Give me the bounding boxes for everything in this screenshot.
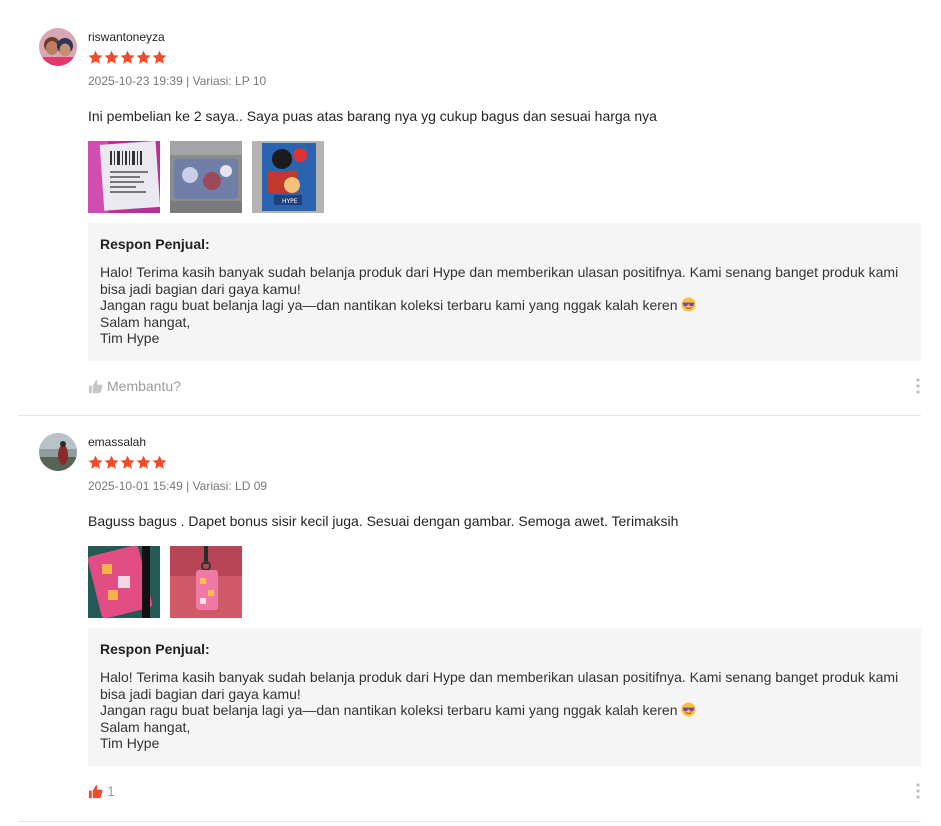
review-photo-product-blue[interactable] — [170, 141, 242, 213]
star-icon — [136, 455, 151, 470]
review-footer: Membantu? — [88, 376, 921, 396]
star-icon — [152, 455, 167, 470]
seller-response: Respon Penjual: Halo! Terima kasih banya… — [88, 628, 921, 766]
sunglasses-emoji — [681, 702, 696, 717]
seller-response-line: bisa jadi bagian dari gaya kamu! — [100, 280, 301, 297]
username[interactable]: emassalah — [88, 435, 921, 449]
review-variation: Variasi: LD 09 — [192, 479, 268, 493]
review-item: riswantoneyza 2025-10-23 19:39 | Variasi… — [18, 0, 921, 416]
seller-response-line: Jangan ragu buat belanja lagi ya—dan nan… — [100, 297, 909, 314]
review-date: 2025-10-01 15:49 — [88, 479, 183, 493]
seller-response-text: Halo! Terima kasih banyak sudah belanja … — [100, 669, 909, 752]
review-date: 2025-10-23 19:39 — [88, 74, 183, 88]
more-options-icon[interactable] — [915, 377, 921, 395]
helpful-button[interactable]: 1 — [88, 783, 115, 799]
seller-response-title: Respon Penjual: — [100, 236, 210, 252]
star-icon — [136, 50, 151, 65]
star-icon — [120, 455, 135, 470]
more-options-icon[interactable] — [915, 782, 921, 800]
rating-stars — [88, 455, 921, 471]
helpful-button[interactable]: Membantu? — [88, 378, 181, 394]
star-icon — [88, 455, 103, 470]
review-variation: Variasi: LP 10 — [192, 74, 267, 88]
sunglasses-emoji — [681, 297, 696, 312]
seller-response-line-text: Jangan ragu buat belanja lagi ya—dan nan… — [100, 702, 678, 719]
review-meta: 2025-10-23 19:39 | Variasi: LP 10 — [88, 74, 921, 88]
seller-response-text: Halo! Terima kasih banyak sudah belanja … — [100, 264, 909, 347]
seller-response-line: Jangan ragu buat belanja lagi ya—dan nan… — [100, 702, 909, 719]
rating-stars — [88, 50, 921, 66]
star-icon — [120, 50, 135, 65]
seller-response-line: Halo! Terima kasih banyak sudah belanja … — [100, 264, 899, 280]
avatar-photo — [39, 433, 77, 471]
star-icon — [88, 50, 103, 65]
seller-response-line: Salam hangat, — [100, 718, 191, 735]
seller-response-line: Halo! Terima kasih banyak sudah belanja … — [100, 669, 899, 685]
username[interactable]: riswantoneyza — [88, 30, 921, 44]
seller-response-title: Respon Penjual: — [100, 641, 210, 657]
svg-text:HYPE: HYPE — [282, 198, 298, 205]
review-comment: Ini pembelian ke 2 saya.. Saya puas atas… — [88, 108, 657, 124]
star-icon — [104, 455, 119, 470]
helpful-label: Membantu? — [107, 378, 181, 394]
review-photos: HYPE — [88, 141, 921, 213]
star-icon — [104, 50, 119, 65]
review-meta: 2025-10-01 15:49 | Variasi: LD 09 — [88, 479, 921, 493]
review-photo-product-anime[interactable]: HYPE — [252, 141, 324, 213]
thumbs-up-icon — [88, 379, 103, 394]
thumbs-up-icon — [88, 784, 103, 799]
review-content: emassalah 2025-10-01 15:49 | Variasi: LD… — [88, 435, 921, 766]
meta-separator: | — [186, 74, 190, 88]
seller-response: Respon Penjual: Halo! Terima kasih banya… — [88, 223, 921, 361]
seller-response-line: bisa jadi bagian dari gaya kamu! — [100, 685, 301, 702]
review-photo-package-label[interactable] — [88, 141, 160, 213]
review-photo-pink-case[interactable] — [88, 546, 160, 618]
seller-response-line: Tim Hype — [100, 735, 160, 752]
meta-separator: | — [186, 479, 190, 493]
review-footer: 1 — [88, 781, 921, 801]
avatar[interactable] — [39, 28, 77, 66]
review-item: emassalah 2025-10-01 15:49 | Variasi: LD… — [18, 416, 921, 822]
star-icon — [152, 50, 167, 65]
helpful-count: 1 — [107, 783, 115, 799]
review-photos — [88, 546, 921, 618]
review-content: riswantoneyza 2025-10-23 19:39 | Variasi… — [88, 30, 921, 361]
avatar[interactable] — [39, 433, 77, 471]
seller-response-line: Salam hangat, — [100, 313, 191, 330]
seller-response-line-text: Jangan ragu buat belanja lagi ya—dan nan… — [100, 297, 678, 314]
avatar-photo — [39, 28, 77, 66]
review-comment: Baguss bagus . Dapet bonus sisir kecil j… — [88, 513, 679, 529]
review-photo-keychain[interactable] — [170, 546, 242, 618]
seller-response-line: Tim Hype — [100, 330, 160, 347]
